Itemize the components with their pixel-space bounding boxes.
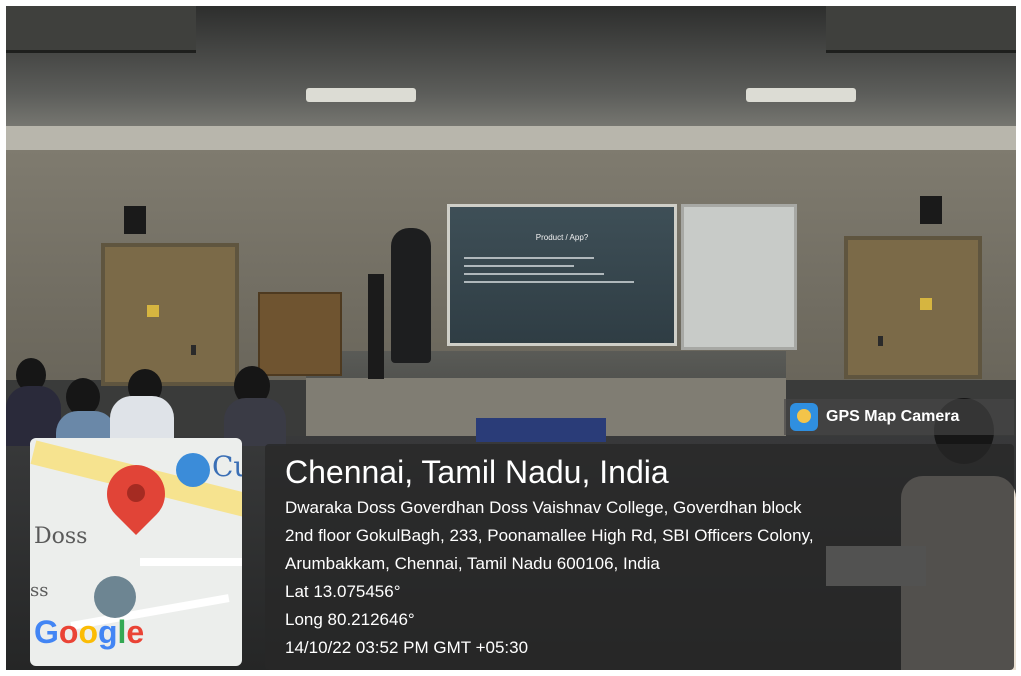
google-letter: o <box>78 614 98 650</box>
gps-map-camera-icon <box>790 403 818 431</box>
lectern-stand <box>368 274 384 379</box>
slide-bullet <box>464 273 604 275</box>
wall-speaker <box>124 206 146 234</box>
door-right <box>844 236 982 379</box>
projector-screen: Product / App? <box>447 204 677 346</box>
audience-person <box>110 396 174 441</box>
graduation-cap-icon <box>94 576 136 618</box>
gps-app-label: GPS Map Camera <box>826 408 960 425</box>
presenter <box>391 228 431 363</box>
door-sticker <box>920 298 932 310</box>
photo-frame: Product / App? GPS Map Camera Chennai, T… <box>6 6 1016 670</box>
slide-title: Product / App? <box>535 233 589 242</box>
google-letter: e <box>126 614 145 650</box>
door-left <box>101 243 239 386</box>
latitude: Lat 13.075456° <box>285 582 401 601</box>
ceiling-light <box>306 88 416 102</box>
stage-bench <box>476 418 606 442</box>
wall-speaker <box>920 196 942 224</box>
map-label-left-lower: ss <box>30 580 49 601</box>
podium <box>258 292 342 376</box>
shopping-bag-icon <box>176 453 210 487</box>
address-line-1: Dwaraka Doss Goverdhan Doss Vaishnav Col… <box>285 498 802 517</box>
slide-bullet <box>464 265 574 267</box>
slide-bullets <box>464 257 644 289</box>
map-label-left-upper: Doss <box>34 524 88 549</box>
whiteboard <box>681 204 797 350</box>
door-sticker <box>147 305 159 317</box>
map-label-top-right: Cu <box>212 450 242 483</box>
map-pin-center <box>127 484 145 502</box>
longitude: Long 80.212646° <box>285 610 415 629</box>
slide-bullet <box>464 281 634 283</box>
google-letter: o <box>58 614 79 650</box>
map-street <box>140 558 242 566</box>
slide-bullet <box>464 257 594 259</box>
ceiling-beam <box>6 126 1016 150</box>
google-logo: Google <box>34 614 144 651</box>
mini-map: Cu Doss ss Google <box>30 438 242 666</box>
google-letter: g <box>97 614 118 650</box>
door-knob <box>878 336 883 346</box>
address-line-2: 2nd floor GokulBagh, 233, Poonamallee Hi… <box>285 526 814 545</box>
gps-app-badge: GPS Map Camera <box>784 399 1014 435</box>
ceiling-ac-unit-left <box>6 6 196 53</box>
ceiling-ac-unit-right <box>826 6 1016 53</box>
timestamp: 14/10/22 03:52 PM GMT +05:30 <box>285 638 529 657</box>
address-line-3: Arumbakkam, Chennai, Tamil Nadu 600106, … <box>285 554 660 573</box>
audience-person <box>6 386 61 446</box>
location-title: Chennai, Tamil Nadu, India <box>285 454 669 490</box>
door-knob <box>191 345 196 355</box>
ceiling-light <box>746 88 856 102</box>
google-letter: G <box>34 614 59 650</box>
location-info-panel: Chennai, Tamil Nadu, India Dwaraka Doss … <box>265 444 1014 670</box>
